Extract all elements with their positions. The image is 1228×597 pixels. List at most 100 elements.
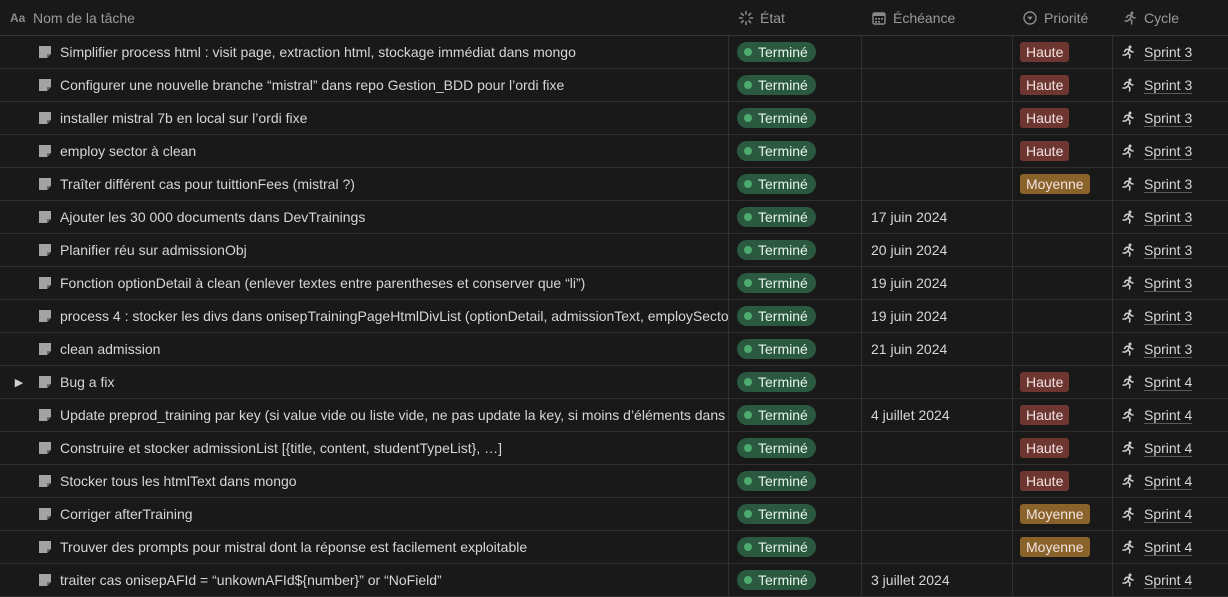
cycle-link[interactable]: Sprint 3 [1144, 176, 1192, 192]
table-row[interactable]: Construire et stocker admissionList [{ti… [0, 432, 1228, 465]
priority-cell[interactable]: Haute [1013, 102, 1113, 134]
due-date-cell[interactable] [862, 465, 1013, 497]
cycle-link[interactable]: Sprint 3 [1144, 275, 1192, 291]
status-cell[interactable]: Terminé [729, 102, 862, 134]
status-cell[interactable]: Terminé [729, 399, 862, 431]
priority-cell[interactable]: Haute [1013, 366, 1113, 398]
due-date-cell[interactable]: 21 juin 2024 [862, 333, 1013, 365]
cycle-link[interactable]: Sprint 4 [1144, 506, 1192, 522]
cycle-link[interactable]: Sprint 4 [1144, 473, 1192, 489]
task-name-cell[interactable]: Construire et stocker admissionList [{ti… [0, 432, 729, 464]
cycle-link[interactable]: Sprint 3 [1144, 209, 1192, 225]
task-name-cell[interactable]: ▶ Bug a fix [0, 366, 729, 398]
task-name-cell[interactable]: installer mistral 7b en local sur l’ordi… [0, 102, 729, 134]
status-cell[interactable]: Terminé [729, 465, 862, 497]
table-row[interactable]: Ajouter les 30 000 documents dans DevTra… [0, 201, 1228, 234]
task-name[interactable]: Bug a fix [60, 374, 114, 390]
cycle-cell[interactable]: Sprint 4 [1113, 465, 1228, 497]
due-date-cell[interactable] [862, 531, 1013, 563]
cycle-cell[interactable]: Sprint 3 [1113, 267, 1228, 299]
priority-cell[interactable] [1013, 267, 1113, 299]
cycle-link[interactable]: Sprint 4 [1144, 440, 1192, 456]
priority-cell[interactable]: Haute [1013, 465, 1113, 497]
due-date-cell[interactable] [862, 135, 1013, 167]
due-date-cell[interactable]: 4 juillet 2024 [862, 399, 1013, 431]
task-name[interactable]: clean admission [60, 341, 160, 357]
table-row[interactable]: process 4 : stocker les divs dans onisep… [0, 300, 1228, 333]
task-name[interactable]: employ sector à clean [60, 143, 196, 159]
column-header-cycle[interactable]: Cycle [1113, 0, 1228, 35]
due-date-cell[interactable] [862, 366, 1013, 398]
due-date-cell[interactable] [862, 498, 1013, 530]
table-row[interactable]: Traîter différent cas pour tuittionFees … [0, 168, 1228, 201]
table-row[interactable]: Planifier réu sur admissionObj Terminé 20 … [0, 234, 1228, 267]
cycle-link[interactable]: Sprint 3 [1144, 242, 1192, 258]
cycle-cell[interactable]: Sprint 4 [1113, 531, 1228, 563]
due-date-cell[interactable]: 17 juin 2024 [862, 201, 1013, 233]
status-cell[interactable]: Terminé [729, 564, 862, 596]
due-date-cell[interactable]: 3 juillet 2024 [862, 564, 1013, 596]
cycle-link[interactable]: Sprint 3 [1144, 341, 1192, 357]
status-cell[interactable]: Terminé [729, 36, 862, 68]
cycle-cell[interactable]: Sprint 4 [1113, 366, 1228, 398]
task-name-cell[interactable]: Trouver des prompts pour mistral dont la… [0, 531, 729, 563]
column-header-name[interactable]: Aa Nom de la tâche [0, 0, 729, 35]
cycle-link[interactable]: Sprint 3 [1144, 308, 1192, 324]
task-name-cell[interactable]: employ sector à clean [0, 135, 729, 167]
status-cell[interactable]: Terminé [729, 135, 862, 167]
cycle-cell[interactable]: Sprint 3 [1113, 300, 1228, 332]
priority-cell[interactable]: Moyenne [1013, 498, 1113, 530]
task-name-cell[interactable]: traiter cas onisepAFId = “unkownAFId${nu… [0, 564, 729, 596]
task-name[interactable]: Update preprod_training par key (si valu… [60, 407, 725, 423]
priority-cell[interactable]: Moyenne [1013, 531, 1113, 563]
table-row[interactable]: clean admission Terminé 21 juin 2024 Sprint… [0, 333, 1228, 366]
due-date-cell[interactable] [862, 36, 1013, 68]
status-cell[interactable]: Terminé [729, 498, 862, 530]
task-name[interactable]: Construire et stocker admissionList [{ti… [60, 440, 502, 456]
priority-cell[interactable] [1013, 564, 1113, 596]
status-cell[interactable]: Terminé [729, 366, 862, 398]
status-cell[interactable]: Terminé [729, 300, 862, 332]
task-name-cell[interactable]: Ajouter les 30 000 documents dans DevTra… [0, 201, 729, 233]
task-name[interactable]: Traîter différent cas pour tuittionFees … [60, 176, 355, 192]
task-name-cell[interactable]: Planifier réu sur admissionObj [0, 234, 729, 266]
status-cell[interactable]: Terminé [729, 168, 862, 200]
task-name-cell[interactable]: Update preprod_training par key (si valu… [0, 399, 729, 431]
cycle-cell[interactable]: Sprint 3 [1113, 333, 1228, 365]
cycle-link[interactable]: Sprint 3 [1144, 110, 1192, 126]
task-name-cell[interactable]: Traîter différent cas pour tuittionFees … [0, 168, 729, 200]
cycle-cell[interactable]: Sprint 3 [1113, 69, 1228, 101]
cycle-cell[interactable]: Sprint 3 [1113, 234, 1228, 266]
column-header-priorite[interactable]: Priorité [1013, 0, 1113, 35]
table-row[interactable]: Update preprod_training par key (si valu… [0, 399, 1228, 432]
table-row[interactable]: Fonction optionDetail à clean (enlever t… [0, 267, 1228, 300]
task-name[interactable]: Simplifier process html : visit page, ex… [60, 44, 576, 60]
cycle-cell[interactable]: Sprint 3 [1113, 201, 1228, 233]
table-row[interactable]: employ sector à clean Terminé Haute Sprint … [0, 135, 1228, 168]
task-name[interactable]: Ajouter les 30 000 documents dans DevTra… [60, 209, 365, 225]
table-row[interactable]: Simplifier process html : visit page, ex… [0, 36, 1228, 69]
status-cell[interactable]: Terminé [729, 333, 862, 365]
priority-cell[interactable] [1013, 300, 1113, 332]
priority-cell[interactable]: Moyenne [1013, 168, 1113, 200]
task-name[interactable]: Configurer une nouvelle branche “mistral… [60, 77, 564, 93]
due-date-cell[interactable]: 19 juin 2024 [862, 300, 1013, 332]
cycle-link[interactable]: Sprint 4 [1144, 374, 1192, 390]
due-date-cell[interactable] [862, 168, 1013, 200]
task-name[interactable]: Trouver des prompts pour mistral dont la… [60, 539, 527, 555]
task-name[interactable]: Corriger afterTraining [60, 506, 193, 522]
due-date-cell[interactable]: 19 juin 2024 [862, 267, 1013, 299]
task-name-cell[interactable]: clean admission [0, 333, 729, 365]
cycle-cell[interactable]: Sprint 4 [1113, 498, 1228, 530]
status-cell[interactable]: Terminé [729, 69, 862, 101]
task-name[interactable]: Stocker tous les htmlText dans mongo [60, 473, 297, 489]
table-row[interactable]: Configurer une nouvelle branche “mistral… [0, 69, 1228, 102]
due-date-cell[interactable]: 20 juin 2024 [862, 234, 1013, 266]
cycle-cell[interactable]: Sprint 3 [1113, 135, 1228, 167]
cycle-cell[interactable]: Sprint 3 [1113, 36, 1228, 68]
task-name-cell[interactable]: process 4 : stocker les divs dans onisep… [0, 300, 729, 332]
cycle-cell[interactable]: Sprint 4 [1113, 564, 1228, 596]
priority-cell[interactable]: Haute [1013, 399, 1113, 431]
priority-cell[interactable]: Haute [1013, 36, 1113, 68]
cycle-link[interactable]: Sprint 4 [1144, 407, 1192, 423]
